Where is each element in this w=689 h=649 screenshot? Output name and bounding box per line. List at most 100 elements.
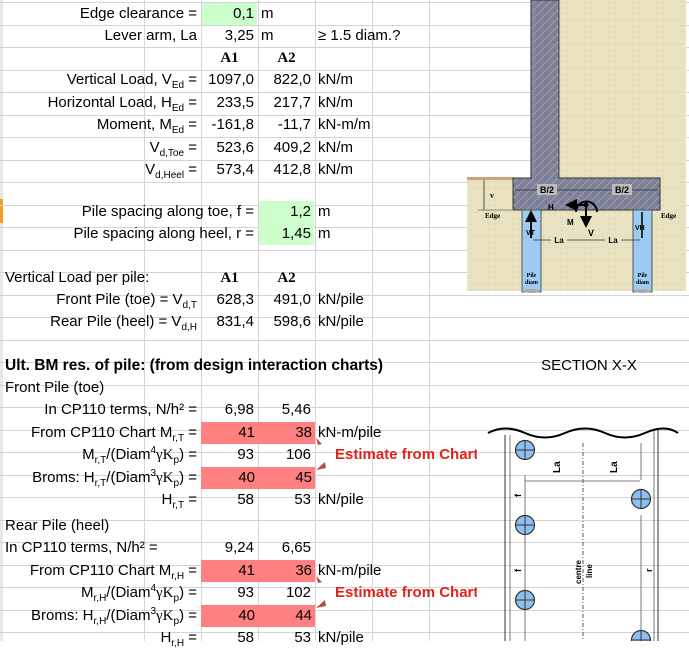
label-sub: d,Heel [155,170,185,181]
front-broms-a1-input[interactable]: 40 [201,467,258,489]
front-m-ratio-a2: 106 [285,446,311,463]
la-right-label: La [608,236,618,245]
label-text: Broms: H [32,469,95,486]
label-sub: d,H [181,322,197,333]
load-a2-value: 409,2 [273,139,311,156]
rear-chart-m-a2-input[interactable]: 36 [258,560,315,582]
rear-broms-a1-input[interactable]: 40 [201,605,258,627]
section-title: SECTION X-X [541,357,637,374]
front-estimate-note: Estimate from Chart [335,446,477,463]
label-sub: r,H [93,616,107,627]
edge-left-label: Edge [485,212,500,220]
v-force-label: V [588,228,594,238]
label-text: H [160,629,172,646]
toe-spacing-input[interactable]: 1,2 [259,201,314,223]
label-text: M [82,446,95,463]
load-unit: kN/m [318,94,353,111]
rear-broms-a2-input[interactable]: 44 [258,605,315,627]
label-text: V [149,139,160,156]
label-end: ) = [179,584,197,601]
label-suffix: = [184,424,197,441]
label-suffix: = [184,629,197,646]
front-h-a2: 53 [294,491,311,508]
load-a2-value: 217,7 [273,94,311,111]
label-sub: r,T [172,433,185,444]
front-chart-m-a1-input[interactable]: 41 [201,422,258,444]
load-unit: kN/m [318,139,353,156]
plan-f-1: f [513,493,523,497]
half-b-left-label: B/2 [540,185,554,195]
label-text: Horizontal Load, H [47,94,172,111]
retained-soil [560,0,686,180]
rear-broms-label: Broms: Hr,H/(Diam3γKp) = [0,605,197,627]
label-mid: /(Diam [106,607,151,624]
edge-right-label: Edge [661,212,676,220]
heel-spacing-label: Pile spacing along heel, r = [73,225,254,242]
heel-spacing-unit: m [318,225,331,242]
wall-stem [530,0,560,179]
load-a1-value: -161,8 [211,116,254,133]
label-mid: /(Diam [106,469,151,486]
load-label: Vertical Load, VEd = [0,69,197,91]
load-a2-value: 822,0 [273,71,311,88]
pile-diam-left-2: diam [525,280,538,286]
label-end: ) = [179,607,197,624]
label-text: Rear Pile (heel) = V [50,313,182,330]
plan-la-right: La [609,461,620,473]
v-dimension-label: v [490,191,494,200]
edge-clearance-unit: m [261,5,274,22]
label-tail: γK [156,608,174,624]
pile-plan-circle [514,439,536,461]
per-pile-col-a1: A1 [220,270,239,286]
m-moment-label: M [567,218,574,227]
label-suffix: = [184,161,197,178]
label-sub: d,Toe [159,148,185,159]
plan-diagram: La La f f r centre line [487,427,679,641]
label-end: ) = [179,469,197,486]
label-sub: r,T [94,455,107,466]
front-chart-m-a2-input[interactable]: 38 [258,422,315,444]
vh-label: VH [635,225,645,232]
load-label: Vd,Toe = [0,137,197,159]
estimate-arrows-rear [316,576,326,608]
rear-cp110-terms-label: In CP110 terms, N/h² = [5,539,158,556]
lever-arm-unit: m [261,27,274,44]
heel-spacing-input[interactable]: 1,45 [259,223,314,245]
pile-plan-circle [630,629,652,641]
pile-diam-left-1: Pile [527,273,537,279]
estimate-arrows-front [316,438,326,470]
front-h-label: Hr,T = [0,489,197,511]
label-text: Front Pile (toe) = V [56,291,183,308]
label-sub: r,T [94,478,107,489]
section-diagram: B/2 B/2 v Edge Edge H M V VT VH La La Pi… [467,0,686,293]
col-header-a2: A2 [277,50,296,66]
load-unit: kN/m [318,71,353,88]
col-header-a1: A1 [220,50,239,66]
label-mid: /(Diam [106,446,151,463]
label-tail: γK [156,585,174,601]
load-unit: kN/m [318,161,353,178]
load-label: Horizontal Load, HEd = [0,92,197,114]
rear-h-label: Hr,H = [0,627,197,649]
plan-centre: centre [574,559,583,584]
label-end: ) = [179,446,197,463]
label-text: Vertical Load, V [66,71,172,88]
lever-arm-value: 3,25 [224,27,254,44]
load-a1-value: 573,4 [216,161,254,178]
rear-h-unit: kN/pile [318,629,364,646]
per-pile-a1: 831,4 [216,313,254,330]
per-pile-label: Front Pile (toe) = Vd,T [0,289,197,311]
rear-estimate-note: Estimate from Chart [335,584,477,601]
label-sub: r,H [171,571,185,582]
edge-clearance-input[interactable]: 0,1 [202,3,257,25]
load-a2-value: 412,8 [273,161,311,178]
load-label: Vd,Heel = [0,159,197,181]
pile-plan-circle [514,589,536,611]
label-suffix: = [184,116,197,133]
front-broms-a2-input[interactable]: 45 [258,467,315,489]
rear-chart-m-a1-input[interactable]: 41 [201,560,258,582]
label-text: Broms: H [31,607,94,624]
toe-spacing-label: Pile spacing along toe, f = [81,203,254,220]
label-suffix: = [184,94,197,111]
lever-arm-label: Lever arm, La [104,27,197,44]
